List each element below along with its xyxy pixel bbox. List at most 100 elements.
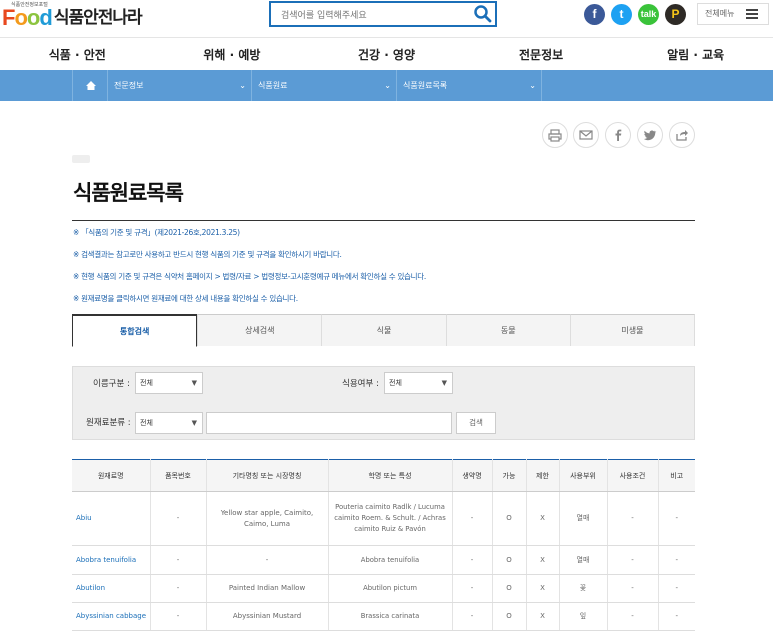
gnb-health-nutrition[interactable]: 건강 · 영양 xyxy=(311,46,461,63)
notice-click-detail: ※ 원재료명을 클릭하시면 원재료에 대한 상세 내용을 확인하실 수 있습니다… xyxy=(73,294,298,303)
tab-detail-search[interactable]: 상세검색 xyxy=(197,314,322,346)
name-type-select[interactable]: 전체 ▼ xyxy=(135,372,203,394)
search-tabs: 통합검색 상세검색 식물 동물 미생물 xyxy=(72,314,696,347)
category-label: 원재료분류 : xyxy=(86,418,131,428)
col-allowed[interactable]: 가능 xyxy=(491,459,526,492)
edible-label: 식용여부 : xyxy=(342,379,379,389)
gnb-food-safety[interactable]: 식품 · 안전 xyxy=(2,46,152,63)
twitter-share-icon[interactable] xyxy=(637,122,663,148)
gnb-expert-info[interactable]: 전문정보 xyxy=(466,46,616,63)
search-icon[interactable] xyxy=(473,4,493,24)
kakaotalk-icon[interactable]: talk xyxy=(638,4,659,25)
category-tag xyxy=(72,155,90,163)
used-part: 열매 xyxy=(558,491,607,546)
share-icon[interactable] xyxy=(669,122,695,148)
tab-animal[interactable]: 동물 xyxy=(445,314,570,346)
item-number: - xyxy=(149,574,206,603)
other-names: Painted Indian Mallow xyxy=(205,574,328,603)
ingredient-name-link[interactable]: Abiu xyxy=(72,491,150,546)
scientific-name: Abutilon pictum xyxy=(327,574,452,603)
page-title: 식품원료목록 xyxy=(73,181,184,205)
col-other-names[interactable]: 기타명칭 또는 시장명칭 xyxy=(205,459,328,492)
col-used-part[interactable]: 사용부위 xyxy=(558,459,607,492)
allowed: O xyxy=(491,545,526,575)
gnb-notice-education[interactable]: 알림 · 교육 xyxy=(621,46,771,63)
scientific-name: Pouteria caimito Radlk / Lucuma caimito … xyxy=(327,491,452,546)
chevron-down-icon: ⌄ xyxy=(529,81,536,90)
condition: - xyxy=(606,491,658,546)
facebook-icon[interactable]: f xyxy=(584,4,605,25)
table-row: Abobra tenuifolia - - Abobra tenuifolia … xyxy=(72,545,695,575)
other-names: - xyxy=(205,545,328,575)
category-select[interactable]: 전체 ▼ xyxy=(135,412,203,434)
remarks: - xyxy=(657,602,695,631)
search-button[interactable]: 검색 xyxy=(456,412,496,434)
item-number: - xyxy=(149,602,206,631)
item-number: - xyxy=(149,491,206,546)
condition: - xyxy=(606,545,658,575)
all-menu-label: 전체메뉴 xyxy=(705,9,735,18)
used-part: 꽃 xyxy=(558,574,607,603)
breadcrumb-level2[interactable]: 식품원료 ⌄ xyxy=(252,70,397,101)
ingredient-name-link[interactable]: Abyssinian cabbage xyxy=(72,602,150,631)
restricted: X xyxy=(525,574,559,603)
breadcrumb-level3[interactable]: 식품원료목록 ⌄ xyxy=(397,70,542,101)
restricted: X xyxy=(525,491,559,546)
remarks: - xyxy=(657,491,695,546)
tab-microorganism[interactable]: 미생물 xyxy=(569,314,696,346)
search-input[interactable] xyxy=(271,5,461,27)
col-herbal-name[interactable]: 생약명 xyxy=(451,459,492,492)
site-header: 식품안전정보포털 Food 식품안전나라 f t talk P 전체메뉴 xyxy=(0,0,773,32)
table-row: Abiu - Yellow star apple, Caimito, Caimo… xyxy=(72,491,695,546)
chevron-down-icon: ▼ xyxy=(441,379,447,387)
logo-subtitle: 식품안전정보포털 xyxy=(11,2,48,8)
herbal-name: - xyxy=(451,602,492,631)
table-row: Abyssinian cabbage - Abyssinian Mustard … xyxy=(72,602,695,631)
logo-name: 식품안전나라 xyxy=(53,8,143,28)
used-part: 열매 xyxy=(558,545,607,575)
chevron-down-icon: ⌄ xyxy=(239,81,246,90)
hamburger-icon xyxy=(746,9,758,19)
site-logo[interactable]: 식품안전정보포털 Food 식품안전나라 xyxy=(2,2,143,29)
condition: - xyxy=(606,574,658,603)
main-navigation: 식품 · 안전 위해 · 예방 건강 · 영양 전문정보 알림 · 교육 xyxy=(0,37,773,70)
remarks: - xyxy=(657,574,695,603)
table-header-row: 원재료명 품목번호 기타명칭 또는 시장명칭 학명 또는 특성 생약명 가능 제… xyxy=(72,459,695,492)
allowed: O xyxy=(491,491,526,546)
all-menu-button[interactable]: 전체메뉴 xyxy=(697,3,769,25)
pinterest-icon[interactable]: P xyxy=(665,4,686,25)
table-row: Abutilon - Painted Indian Mallow Abutilo… xyxy=(72,574,695,603)
col-condition[interactable]: 사용조건 xyxy=(606,459,658,492)
chevron-down-icon: ▼ xyxy=(191,379,197,387)
scientific-name: Brassica carinata xyxy=(327,602,452,631)
col-restricted[interactable]: 제한 xyxy=(525,459,559,492)
breadcrumb: 전문정보 ⌄ 식품원료 ⌄ 식품원료목록 ⌄ xyxy=(0,70,773,101)
col-remarks[interactable]: 비고 xyxy=(657,459,695,492)
keyword-input[interactable] xyxy=(206,412,452,434)
tab-plant[interactable]: 식물 xyxy=(321,314,446,346)
search-filter-panel: 이름구분 : 전체 ▼ 식용여부 : 전체 ▼ 원재료분류 : 전체 ▼ 검색 xyxy=(72,366,695,440)
facebook-share-icon[interactable] xyxy=(605,122,631,148)
other-names: Yellow star apple, Caimito, Caimo, Luma xyxy=(205,491,328,546)
edible-select[interactable]: 전체 ▼ xyxy=(384,372,453,394)
home-icon[interactable] xyxy=(72,70,108,101)
col-item-number[interactable]: 품목번호 xyxy=(149,459,206,492)
ingredient-name-link[interactable]: Abutilon xyxy=(72,574,150,603)
chevron-down-icon: ⌄ xyxy=(384,81,391,90)
tab-integrated-search[interactable]: 통합검색 xyxy=(72,314,198,347)
mail-icon[interactable] xyxy=(573,122,599,148)
col-scientific-name[interactable]: 학명 또는 특성 xyxy=(327,459,452,492)
gnb-hazard-prevention[interactable]: 위해 · 예방 xyxy=(157,46,307,63)
chevron-down-icon: ▼ xyxy=(191,419,197,427)
breadcrumb-level1[interactable]: 전문정보 ⌄ xyxy=(108,70,252,101)
item-number: - xyxy=(149,545,206,575)
ingredient-name-link[interactable]: Abobra tenuifolia xyxy=(72,545,150,575)
print-icon[interactable] xyxy=(542,122,568,148)
col-ingredient-name[interactable]: 원재료명 xyxy=(72,459,150,492)
allowed: O xyxy=(491,602,526,631)
twitter-icon[interactable]: t xyxy=(611,4,632,25)
title-divider xyxy=(72,220,695,221)
herbal-name: - xyxy=(451,491,492,546)
used-part: 잎 xyxy=(558,602,607,631)
restricted: X xyxy=(525,602,559,631)
